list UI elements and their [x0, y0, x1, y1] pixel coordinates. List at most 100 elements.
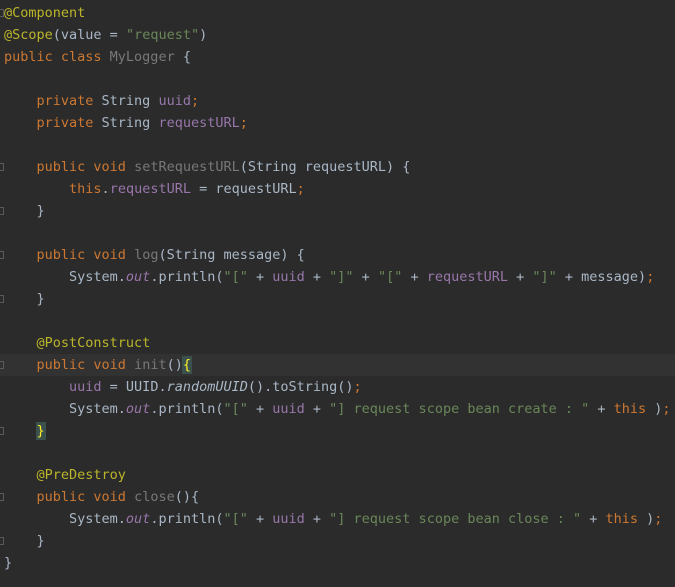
code-line[interactable]: public void setRequestURL(String request…	[0, 156, 675, 178]
code-token: )	[646, 401, 663, 417]
code-line[interactable]: }	[0, 288, 675, 310]
code-token: +	[304, 511, 330, 527]
code-text: public void init(){	[4, 354, 193, 376]
code-line[interactable]: @Component	[0, 2, 675, 24]
code-text: public void close(){	[4, 486, 200, 508]
code-token: {	[181, 356, 193, 374]
code-token: ;	[296, 181, 305, 197]
code-line[interactable]: public void close(){	[0, 486, 675, 508]
code-token: +	[304, 269, 330, 285]
code-line[interactable]: System.out.println("[" + uuid + "] reque…	[0, 398, 675, 420]
code-text: }	[4, 420, 46, 442]
code-token: +	[247, 511, 273, 527]
code-token: @PreDestroy	[36, 467, 126, 483]
code-token: @PostConstruct	[36, 335, 151, 351]
code-token: +	[589, 401, 614, 417]
code-token: ()	[166, 357, 183, 373]
code-line[interactable]	[0, 222, 675, 244]
code-text: public void setRequestURL(String request…	[4, 156, 411, 178]
code-token: init	[134, 357, 167, 373]
code-line[interactable]: public class MyLogger {	[0, 46, 675, 68]
code-line[interactable]: @Scope(value = "request")	[0, 24, 675, 46]
code-token: System.	[4, 511, 126, 527]
code-token: uuid	[158, 93, 191, 109]
code-line[interactable]: System.out.println("[" + uuid + "]" + "[…	[0, 266, 675, 288]
code-editor[interactable]: @Component @Scope(value = "request") publi…	[0, 0, 675, 587]
code-token: this	[613, 401, 647, 417]
code-token: .println(	[150, 401, 224, 417]
code-token: requestURL	[109, 181, 191, 197]
code-line[interactable]: private String uuid;	[0, 90, 675, 112]
code-token: }	[4, 291, 45, 307]
code-text: }	[4, 552, 12, 574]
code-token: "["	[223, 269, 248, 285]
code-token: +	[247, 401, 273, 417]
code-text: @Scope(value = "request")	[4, 24, 207, 46]
code-line[interactable]: @PostConstruct	[0, 332, 675, 354]
code-token: requestURL	[426, 269, 508, 285]
code-line[interactable]	[0, 134, 675, 156]
code-token: public void	[36, 489, 135, 505]
code-line[interactable]: private String requestURL;	[0, 112, 675, 134]
code-token: String	[101, 93, 159, 109]
code-text: public class MyLogger {	[4, 46, 191, 68]
code-token: }	[4, 533, 45, 549]
code-token: setRequestURL	[134, 159, 240, 175]
code-token: )	[199, 27, 208, 43]
code-token: out	[125, 269, 151, 285]
code-token: "request"	[125, 27, 200, 43]
code-token: +	[508, 269, 533, 285]
code-token: public class	[4, 49, 110, 65]
code-text: }	[4, 200, 45, 222]
code-token: @Component	[4, 5, 86, 21]
code-line[interactable]: public void log(String message) {	[0, 244, 675, 266]
code-token: randomUUID	[166, 379, 248, 395]
code-token: }	[4, 555, 13, 571]
code-text: public void log(String message) {	[4, 244, 305, 266]
code-token: "]"	[329, 269, 354, 285]
code-token: private	[36, 93, 102, 109]
code-token: ;	[662, 401, 671, 417]
code-token: (String message) {	[158, 247, 305, 263]
code-token: close	[134, 489, 175, 505]
code-token: + message)	[556, 269, 647, 285]
code-line[interactable]: public void init(){	[0, 354, 675, 376]
code-text: @Component	[4, 2, 85, 24]
code-token: "] request scope bean close : "	[329, 511, 582, 527]
code-token: this	[69, 181, 102, 197]
code-token: (value =	[52, 27, 126, 43]
code-token: ;	[654, 511, 663, 527]
code-line[interactable]: uuid = UUID.randomUUID().toString();	[0, 376, 675, 398]
code-line[interactable]	[0, 68, 675, 90]
code-token: }	[35, 422, 46, 440]
code-line[interactable]: this.requestURL = requestURL;	[0, 178, 675, 200]
code-token: System.	[4, 269, 126, 285]
code-line[interactable]	[0, 310, 675, 332]
code-text: }	[4, 288, 45, 310]
code-token: +	[353, 269, 378, 285]
code-text: @PreDestroy	[4, 464, 126, 486]
code-token: out	[125, 401, 151, 417]
code-token: ().toString()	[247, 379, 354, 395]
code-line[interactable]: }	[0, 200, 675, 222]
code-line[interactable]: System.out.println("[" + uuid + "] reque…	[0, 508, 675, 530]
code-line[interactable]: }	[0, 420, 675, 442]
code-token: "["	[223, 401, 248, 417]
code-text: private String uuid;	[4, 90, 200, 112]
code-line[interactable]: @PreDestroy	[0, 464, 675, 486]
code-token: private	[36, 115, 102, 131]
code-token: this	[605, 511, 639, 527]
code-token: +	[304, 401, 330, 417]
code-line[interactable]: }	[0, 530, 675, 552]
code-token: uuid	[272, 511, 305, 527]
code-token: "["	[223, 511, 248, 527]
code-line[interactable]	[0, 442, 675, 464]
code-token: "["	[377, 269, 403, 285]
code-token: }	[4, 203, 45, 219]
code-line[interactable]: }	[0, 552, 675, 574]
